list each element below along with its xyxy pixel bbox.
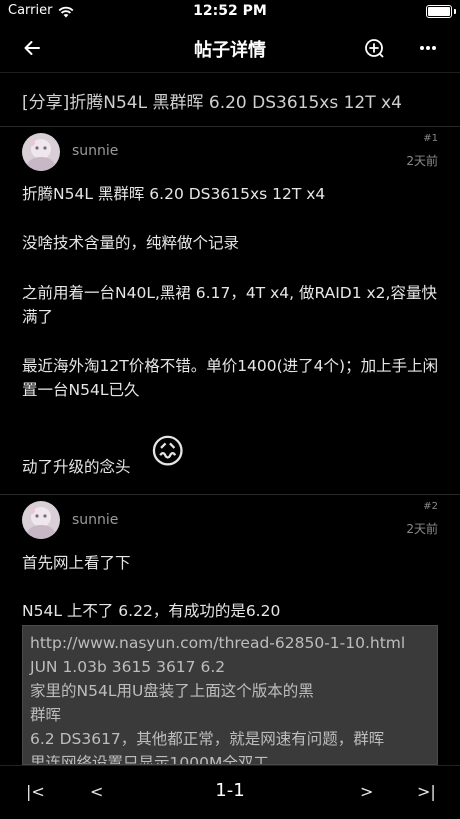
post-paragraph: 动了升级的念头: [22, 458, 131, 476]
add-button[interactable]: [360, 34, 388, 62]
quote-line: JUN 1.03b 3615 3617 6.2: [30, 658, 226, 676]
status-bar: Carrier 12:52 PM: [0, 0, 460, 24]
post-paragraph: 最近海外淘12T价格不错。单价1400(进了4个)；加上手上闲置一台N54L已久: [22, 357, 439, 399]
more-button[interactable]: [414, 34, 442, 62]
floor-number: #2: [423, 501, 438, 512]
divider: [0, 494, 460, 495]
page-indicator[interactable]: 1-1: [0, 780, 460, 801]
more-icon: [420, 46, 436, 50]
quote-line: 里连网络设置只显示1000M全双工: [30, 754, 269, 765]
last-page-button[interactable]: >|: [417, 782, 436, 801]
avatar[interactable]: [22, 133, 60, 171]
pagination-toolbar: |< < 1-1 > >|: [0, 765, 460, 819]
quote-line: 6.2 DS3617，其他都正常，就是网速有问题，群晖: [30, 730, 385, 748]
thread-title: [分享]折腾N54L 黑群晖 6.20 DS3615xs 12T x4: [22, 93, 402, 113]
username[interactable]: sunnie: [72, 143, 118, 159]
floor-number: #1: [423, 133, 438, 144]
emoji-image: 😖: [150, 432, 186, 472]
username[interactable]: sunnie: [72, 512, 118, 528]
post-paragraph: 折腾N54L 黑群晖 6.20 DS3615xs 12T x4: [22, 185, 326, 203]
post-paragraph: 没啥技术含量的，纯粹做个记录: [22, 234, 240, 252]
post-paragraph: 之前用着一台N40L,黑裙 6.17，4T x4, 做RAID1 x2,容量快满…: [22, 284, 437, 326]
next-page-button[interactable]: >: [360, 782, 373, 801]
quote-line: 群晖: [30, 706, 62, 724]
clock: 12:52 PM: [193, 3, 267, 19]
page-title: 帖子详情: [194, 40, 266, 61]
avatar[interactable]: [22, 501, 60, 539]
quote-line: 家里的N54L用U盘装了上面这个版本的黑: [30, 682, 314, 700]
quote-link[interactable]: http://www.nasyun.com/thread-62850-1-10.…: [23, 631, 437, 655]
post-paragraph: 首先网上看了下: [22, 554, 131, 572]
post-time: 2天前: [406, 522, 438, 536]
plus-circle-icon: [365, 39, 384, 58]
nav-bar: 帖子详情: [0, 24, 460, 73]
post-time: 2天前: [406, 154, 438, 168]
post-paragraph: N54L 上不了 6.22，有成功的是6.20: [22, 602, 281, 620]
divider: [0, 126, 460, 127]
battery-icon: [426, 5, 456, 18]
quote-block: http://www.nasyun.com/thread-62850-1-10.…: [22, 625, 438, 765]
